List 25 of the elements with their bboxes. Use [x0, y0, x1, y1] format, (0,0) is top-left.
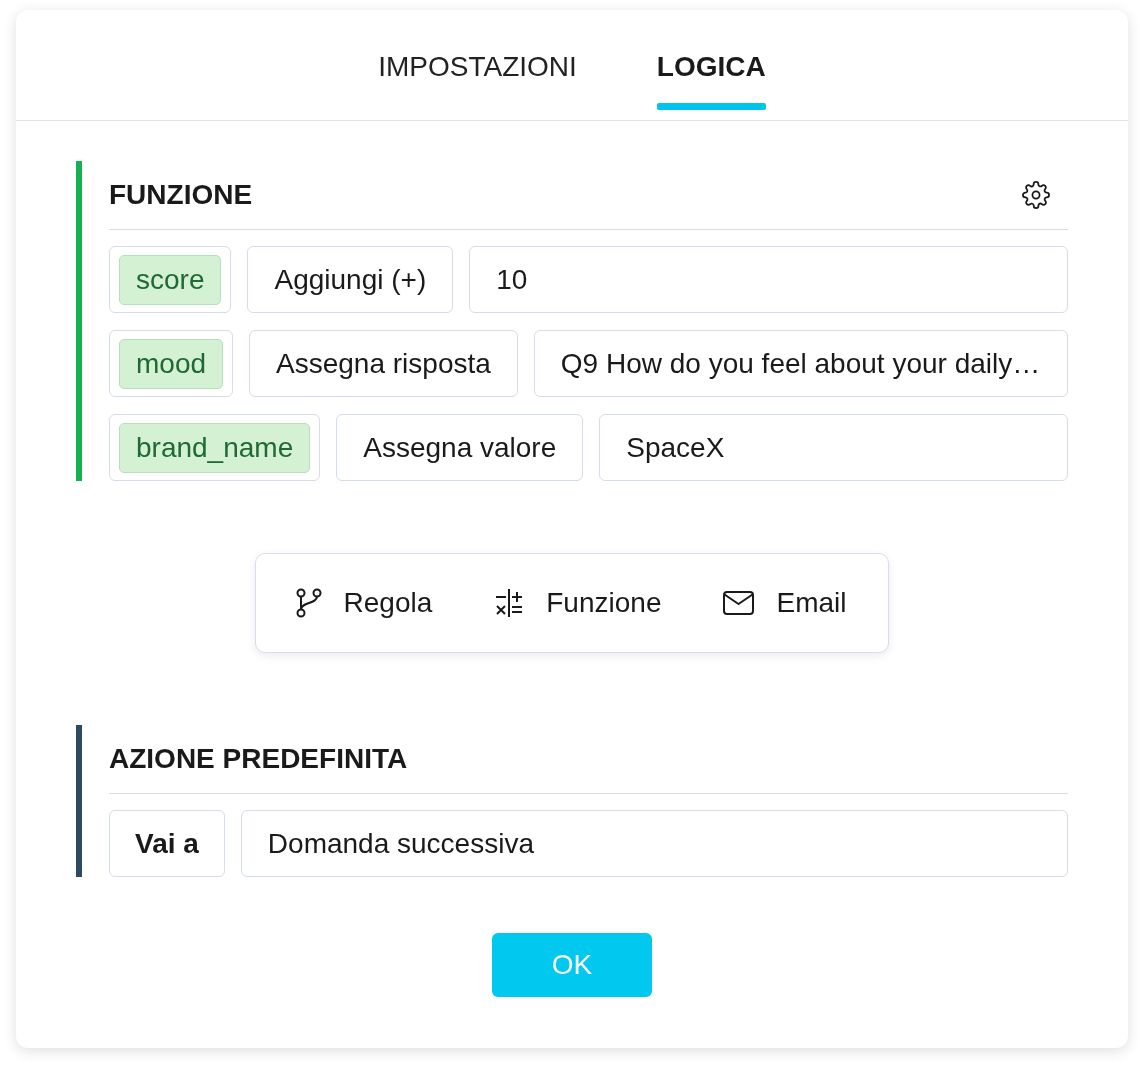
settings-icon[interactable]: [1022, 181, 1050, 209]
variable-tag: brand_name: [119, 422, 311, 473]
section-title: FUNZIONE: [109, 178, 253, 212]
branch-icon: [295, 588, 322, 618]
calculator-icon: [494, 588, 525, 618]
variable-tag: mood: [119, 338, 224, 389]
operation-select[interactable]: Aggiungi (+): [247, 246, 454, 313]
value-field[interactable]: SpaceX: [599, 414, 1068, 481]
add-option-button[interactable]: Email: [723, 584, 847, 622]
action-select[interactable]: Vai a: [109, 810, 225, 877]
tab[interactable]: IMPOSTAZIONI: [378, 48, 577, 120]
mail-icon: [723, 591, 755, 615]
add-option-button[interactable]: Funzione: [494, 584, 662, 622]
value-field[interactable]: Q9 How do you feel about your daily…: [533, 330, 1068, 397]
add-option-button[interactable]: Regola: [295, 584, 433, 622]
variable-select[interactable]: brand_name: [109, 414, 321, 481]
operation-select[interactable]: Assegna valore: [336, 414, 584, 481]
variable-tag: score: [119, 254, 222, 305]
operation-select[interactable]: Assegna risposta: [249, 330, 518, 397]
value-field[interactable]: 10: [469, 246, 1068, 313]
variable-select[interactable]: mood: [109, 330, 234, 397]
tab[interactable]: LOGICA: [656, 48, 766, 120]
section-title: AZIONE PREDEFINITA: [109, 742, 408, 776]
target-select[interactable]: Domanda successiva: [240, 810, 1068, 877]
variable-select[interactable]: score: [109, 246, 232, 313]
